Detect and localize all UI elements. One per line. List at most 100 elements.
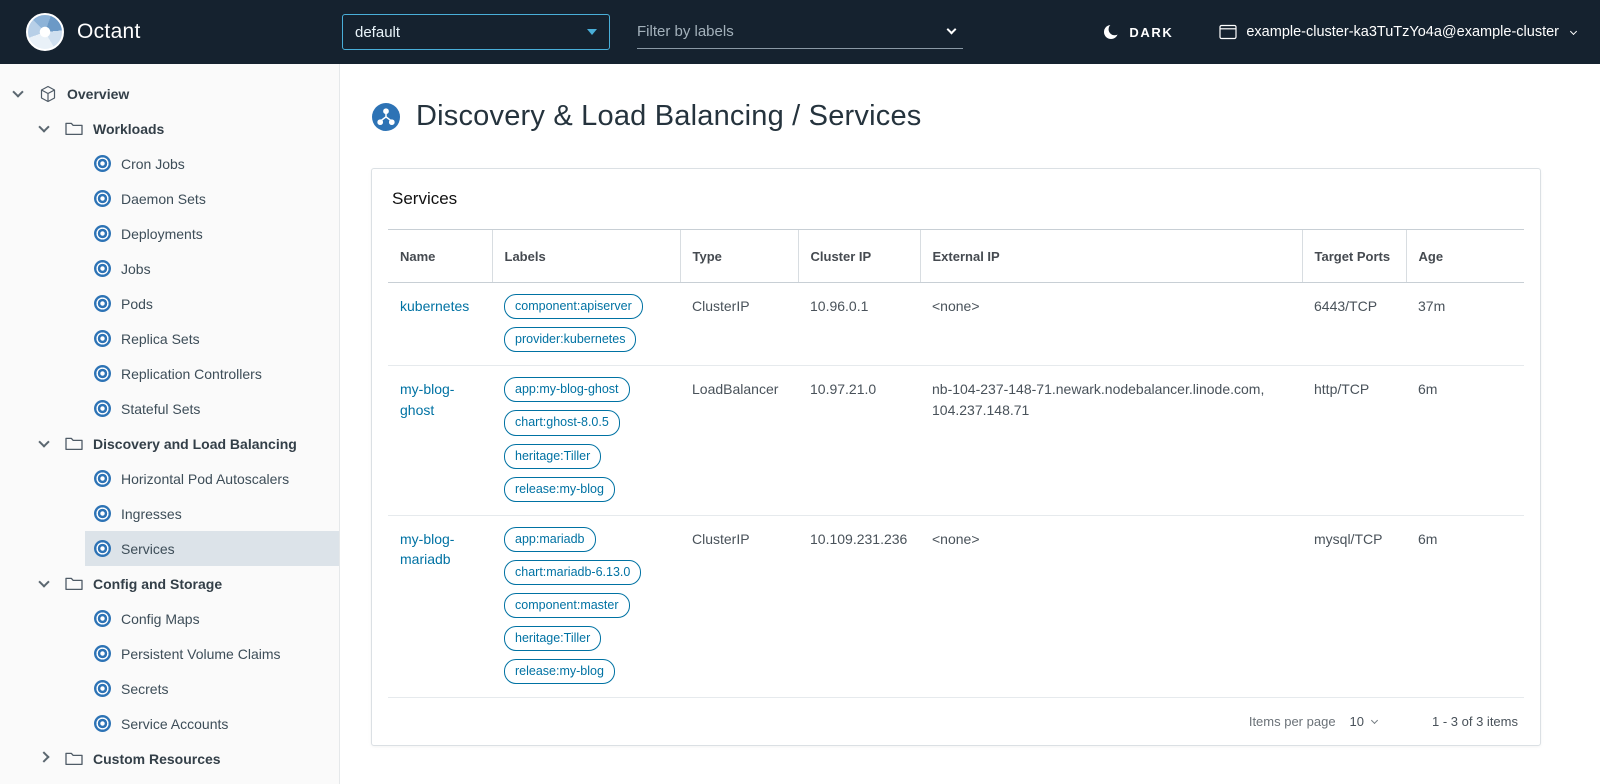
service-link-my-blog-mariadb[interactable]: my-blog-mariadb [400, 531, 454, 567]
services-table: Name Labels Type Cluster IP External IP … [388, 229, 1524, 698]
cell-type: LoadBalancer [680, 366, 798, 516]
namespace-dropdown[interactable]: default [342, 14, 610, 50]
theme-toggle-label: DARK [1129, 25, 1173, 40]
cell-age: 6m [1406, 366, 1524, 516]
label-pill: chart:mariadb-6.13.0 [504, 560, 641, 585]
theme-toggle[interactable]: DARK [1102, 23, 1173, 41]
sidebar-item-label: Horizontal Pod Autoscalers [121, 471, 289, 487]
replication-controllers-icon [94, 365, 111, 382]
sidebar-item-jobs[interactable]: Jobs [85, 251, 339, 286]
chevron-down-icon[interactable] [38, 121, 49, 132]
column-header-name: Name [388, 230, 492, 283]
app-title: Octant [77, 20, 141, 44]
sidebar-item-label: Secrets [121, 681, 168, 697]
chevron-down-icon[interactable] [947, 25, 957, 35]
octant-logo-icon [26, 13, 64, 51]
main-content: Discovery & Load Balancing / Services Se… [340, 64, 1600, 784]
services-card: Services Name Labels Type Cluster IP Ext… [371, 168, 1541, 746]
chevron-down-icon[interactable] [38, 751, 49, 762]
sidebar-item-pods[interactable]: Pods [85, 286, 339, 321]
labels-list: app:mariadbchart:mariadb-6.13.0component… [504, 527, 668, 685]
sidebar-section-label: Config and Storage [93, 576, 222, 592]
context-label: example-cluster-ka3TuTzYo4a@example-clus… [1246, 24, 1559, 40]
items-per-page-value: 10 [1350, 714, 1364, 729]
cluster-window-icon [1219, 24, 1237, 40]
sidebar-item-label: Persistent Volume Claims [121, 646, 281, 662]
sidebar-item-replica-sets[interactable]: Replica Sets [85, 321, 339, 356]
sidebar-item-label: Daemon Sets [121, 191, 206, 207]
sidebar-item-label: Overview [67, 86, 129, 102]
sidebar-item-config-maps[interactable]: Config Maps [85, 601, 339, 636]
label-pill: app:my-blog-ghost [504, 377, 630, 402]
sidebar-nav: Overview Workloads Cron Jobs Daemon Sets… [0, 64, 340, 784]
sidebar-item-label: Pods [121, 296, 153, 312]
label-pill: release:my-blog [504, 477, 615, 502]
filter-input[interactable] [637, 23, 940, 40]
service-link-kubernetes[interactable]: kubernetes [400, 298, 469, 314]
sidebar-section-label: Workloads [93, 121, 164, 137]
label-pill: release:my-blog [504, 659, 615, 684]
cell-age: 37m [1406, 283, 1524, 366]
column-header-age: Age [1406, 230, 1524, 283]
sidebar-section-group: Workloads Cron Jobs Daemon Sets Deployme… [0, 111, 339, 426]
chevron-down-icon[interactable] [12, 86, 23, 97]
deployments-icon [94, 225, 111, 242]
sidebar-sections: Workloads Cron Jobs Daemon Sets Deployme… [0, 111, 339, 776]
pods-icon [94, 295, 111, 312]
cell-age: 6m [1406, 515, 1524, 698]
cell-external-ip: nb-104-237-148-71.newark.nodebalancer.li… [920, 366, 1302, 516]
table-row: kubernetes component:apiserverprovider:k… [388, 283, 1524, 366]
sidebar-item-horizontal-pod-autoscalers[interactable]: Horizontal Pod Autoscalers [85, 461, 339, 496]
sidebar-section-custom-resources[interactable]: Custom Resources [0, 741, 339, 776]
cell-name: my-blog-mariadb [388, 515, 492, 698]
sidebar-section-workloads[interactable]: Workloads [0, 111, 339, 146]
services-icon [94, 540, 111, 557]
cell-type: ClusterIP [680, 515, 798, 698]
sidebar-item-label: Service Accounts [121, 716, 228, 732]
sidebar-item-ingresses[interactable]: Ingresses [85, 496, 339, 531]
sidebar-item-replication-controllers[interactable]: Replication Controllers [85, 356, 339, 391]
cell-labels: app:my-blog-ghostchart:ghost-8.0.5herita… [492, 366, 680, 516]
horizontal-pod-autoscalers-icon [94, 470, 111, 487]
sidebar-item-deployments[interactable]: Deployments [85, 216, 339, 251]
page-header: Discovery & Load Balancing / Services [371, 100, 1541, 133]
sidebar-item-cron-jobs[interactable]: Cron Jobs [85, 146, 339, 181]
sidebar-item-persistent-volume-claims[interactable]: Persistent Volume Claims [85, 636, 339, 671]
sidebar-item-daemon-sets[interactable]: Daemon Sets [85, 181, 339, 216]
label-filter[interactable] [637, 15, 963, 49]
sidebar-item-label: Config Maps [121, 611, 200, 627]
service-link-my-blog-ghost[interactable]: my-blog-ghost [400, 381, 454, 417]
sidebar-item-overview[interactable]: Overview [0, 76, 339, 111]
sidebar-section-label: Discovery and Load Balancing [93, 436, 297, 452]
pagination: Items per page 10 1 - 3 of 3 items [388, 698, 1524, 745]
labels-list: app:my-blog-ghostchart:ghost-8.0.5herita… [504, 377, 668, 502]
chevron-down-icon[interactable] [38, 576, 49, 587]
cell-name: my-blog-ghost [388, 366, 492, 516]
sidebar-item-label: Cron Jobs [121, 156, 185, 172]
sidebar-section-group: Config and Storage Config Maps Persisten… [0, 566, 339, 741]
labels-list: component:apiserverprovider:kubernetes [504, 294, 668, 352]
cell-target-ports: 6443/TCP [1302, 283, 1406, 366]
persistent-volume-claims-icon [94, 645, 111, 662]
replica-sets-icon [94, 330, 111, 347]
context-switcher[interactable]: example-cluster-ka3TuTzYo4a@example-clus… [1219, 24, 1576, 40]
chevron-down-icon [1570, 27, 1577, 34]
pagination-range: 1 - 3 of 3 items [1432, 714, 1518, 729]
chevron-down-icon [587, 29, 597, 35]
cron-jobs-icon [94, 155, 111, 172]
sidebar-item-services[interactable]: Services [85, 531, 339, 566]
label-pill: component:apiserver [504, 294, 643, 319]
sidebar-section-config-and-storage[interactable]: Config and Storage [0, 566, 339, 601]
cell-name: kubernetes [388, 283, 492, 366]
sidebar-item-stateful-sets[interactable]: Stateful Sets [85, 391, 339, 426]
brand: Octant [26, 13, 342, 51]
sidebar-section-discovery-and-load-balancing[interactable]: Discovery and Load Balancing [0, 426, 339, 461]
sidebar-item-service-accounts[interactable]: Service Accounts [85, 706, 339, 741]
config-maps-icon [94, 610, 111, 627]
page-title: Discovery & Load Balancing / Services [416, 100, 921, 133]
items-per-page-select[interactable]: 10 [1350, 714, 1377, 729]
sidebar-item-secrets[interactable]: Secrets [85, 671, 339, 706]
column-header-labels: Labels [492, 230, 680, 283]
cell-labels: component:apiserverprovider:kubernetes [492, 283, 680, 366]
chevron-down-icon[interactable] [38, 436, 49, 447]
